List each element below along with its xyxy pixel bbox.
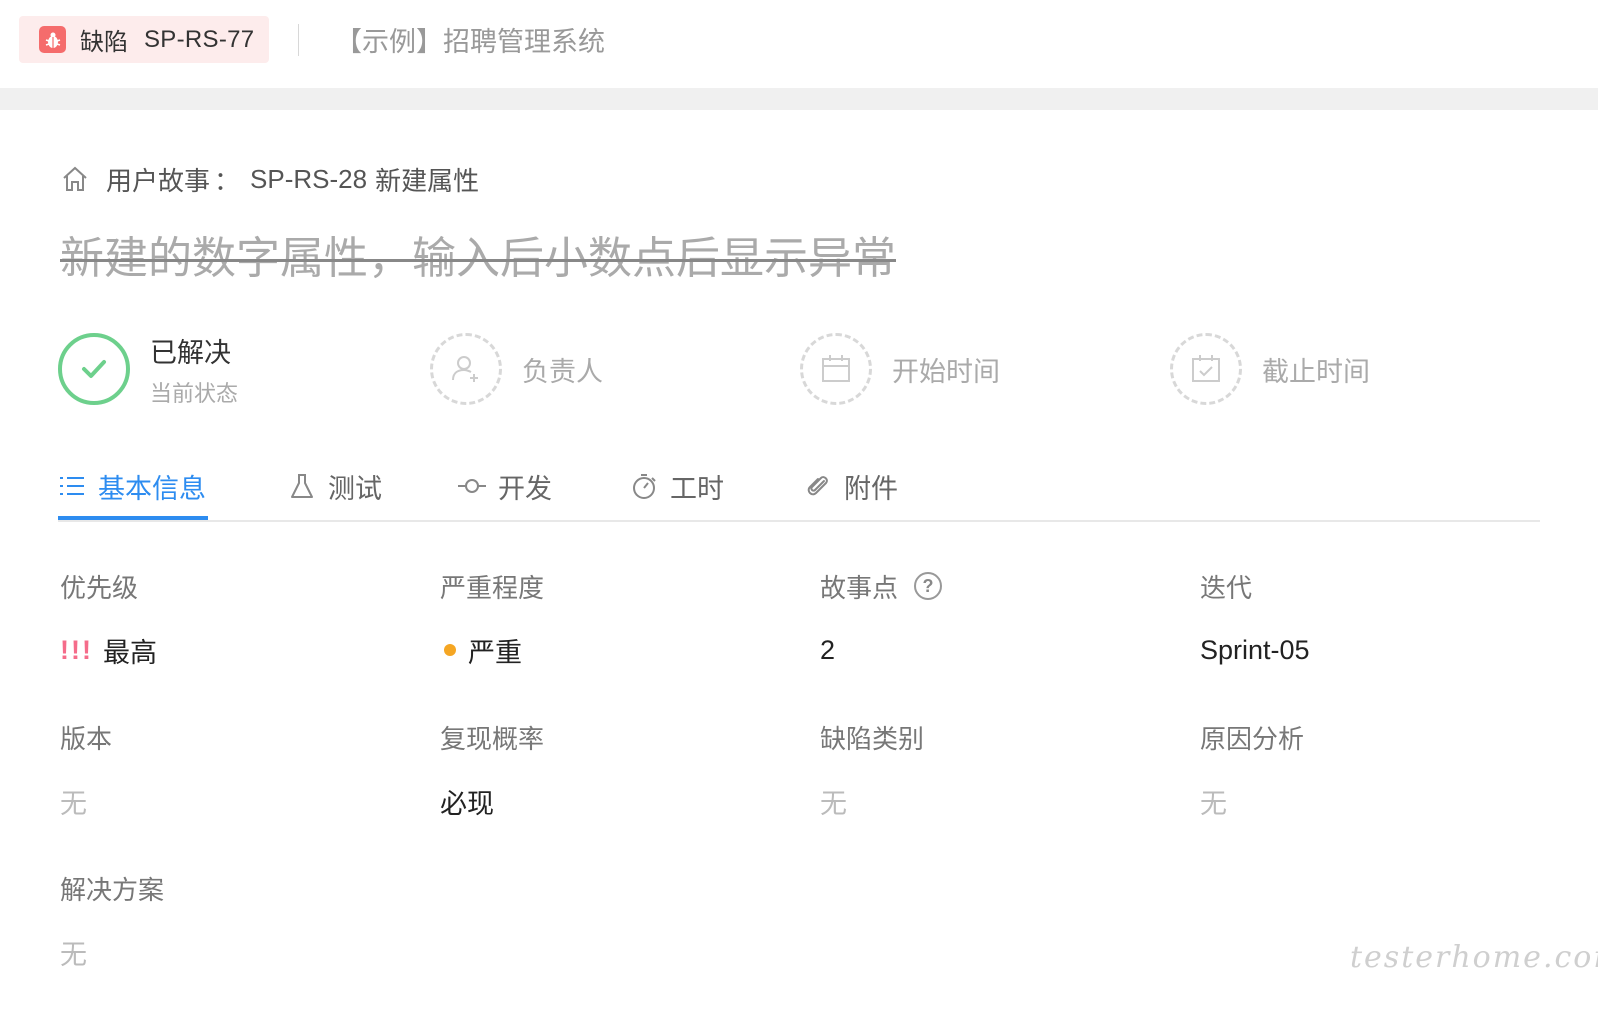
top-bar: 缺陷 SP-RS-77 【示例】招聘管理系统 — [0, 0, 1598, 88]
list-icon — [58, 472, 86, 500]
assignee-label: 负责人 — [522, 356, 603, 387]
story-points-value[interactable]: 2 — [820, 630, 942, 670]
story-points-label: 故事点 ? — [820, 566, 943, 606]
home-icon[interactable] — [60, 164, 90, 194]
tab-label: 附件 — [844, 473, 898, 504]
solution-label: 解决方案 — [60, 874, 165, 905]
priority-field[interactable]: 优先级 !!! 最高 — [60, 566, 157, 670]
version-value[interactable]: 无 — [60, 781, 112, 821]
severity-text: 严重 — [468, 637, 522, 668]
defect-category-label: 缺陷类别 — [820, 723, 925, 754]
version-label: 版本 — [60, 723, 113, 754]
status-field[interactable]: 已解决 当前状态 — [58, 330, 238, 408]
check-icon — [58, 333, 130, 405]
tab-worktime[interactable]: 工时 — [630, 450, 724, 522]
status-row: 已解决 当前状态 负责人 开始时间 截止时间 — [58, 330, 1548, 408]
root-cause-value[interactable]: 无 — [1200, 781, 1304, 821]
tab-test[interactable]: 测试 — [288, 450, 382, 522]
stopwatch-icon — [630, 472, 658, 500]
watermark: testerhome.com — [1350, 940, 1598, 975]
status-value: 已解决 — [150, 337, 231, 368]
breadcrumb-separator: ： — [214, 165, 241, 196]
version-field[interactable]: 版本 无 — [60, 717, 112, 821]
tab-attachments[interactable]: 附件 — [804, 450, 898, 522]
tab-label: 基本信息 — [98, 473, 206, 504]
iteration-label: 迭代 — [1200, 572, 1253, 603]
bug-icon — [39, 26, 66, 53]
help-icon[interactable]: ? — [914, 572, 943, 600]
severity-value[interactable]: 严重 — [440, 630, 544, 670]
tab-basic-info[interactable]: 基本信息 — [58, 450, 208, 522]
severity-label: 严重程度 — [440, 572, 545, 603]
header-separator — [0, 88, 1598, 110]
tab-dev[interactable]: 开发 — [458, 450, 552, 522]
reproducibility-label: 复现概率 — [440, 723, 545, 754]
root-cause-label: 原因分析 — [1200, 723, 1305, 754]
priority-mark: !!! — [60, 634, 93, 665]
due-time-label: 截止时间 — [1262, 356, 1370, 387]
priority-value[interactable]: !!! 最高 — [60, 630, 157, 670]
calendar-check-icon — [1170, 333, 1242, 405]
iteration-value[interactable]: Sprint-05 — [1200, 630, 1310, 670]
solution-field[interactable]: 解决方案 无 — [60, 868, 164, 972]
solution-value[interactable]: 无 — [60, 932, 164, 972]
defect-type-label: 缺陷 — [80, 29, 128, 56]
due-time-field[interactable]: 截止时间 — [1170, 330, 1370, 408]
tab-bar: 基本信息 测试 开发 工时 附件 — [58, 450, 1540, 522]
breadcrumb-type: 用户故事 — [106, 165, 211, 196]
defect-category-value[interactable]: 无 — [820, 781, 924, 821]
project-name[interactable]: 【示例】招聘管理系统 — [335, 20, 605, 59]
start-time-field[interactable]: 开始时间 — [800, 330, 1000, 408]
priority-label: 优先级 — [60, 572, 139, 603]
story-points-field[interactable]: 故事点 ? 2 — [820, 566, 943, 670]
parent-story-title[interactable]: 新建属性 — [375, 161, 479, 198]
tab-label: 开发 — [498, 473, 552, 504]
defect-id: SP-RS-77 — [144, 25, 255, 53]
status-label: 当前状态 — [150, 380, 239, 406]
divider — [298, 24, 299, 56]
add-user-icon — [430, 333, 502, 405]
reproducibility-field[interactable]: 复现概率 必现 — [440, 717, 544, 821]
defect-title[interactable]: 新建的数字属性，输入后小数点后显示异常 — [60, 222, 896, 286]
paperclip-icon — [804, 472, 832, 500]
active-tab-indicator — [58, 516, 208, 520]
breadcrumb: 用户故事 ： SP-RS-28 新建属性 — [60, 160, 479, 198]
flask-icon — [288, 472, 316, 500]
commit-icon — [458, 472, 486, 500]
severity-field[interactable]: 严重程度 严重 — [440, 566, 544, 670]
defect-tag[interactable]: 缺陷 SP-RS-77 — [19, 16, 269, 63]
tab-label: 测试 — [328, 473, 382, 504]
defect-category-field[interactable]: 缺陷类别 无 — [820, 717, 924, 821]
calendar-icon — [800, 333, 872, 405]
iteration-field[interactable]: 迭代 Sprint-05 — [1200, 566, 1310, 670]
reproducibility-value[interactable]: 必现 — [440, 781, 544, 821]
tab-label: 工时 — [670, 473, 724, 504]
parent-story-id[interactable]: SP-RS-28 — [250, 164, 367, 195]
assignee-field[interactable]: 负责人 — [430, 330, 603, 408]
severity-dot — [444, 644, 456, 656]
root-cause-field[interactable]: 原因分析 无 — [1200, 717, 1304, 821]
start-time-label: 开始时间 — [892, 356, 1000, 387]
story-points-label-text: 故事点 — [820, 572, 899, 603]
priority-text: 最高 — [102, 637, 157, 668]
